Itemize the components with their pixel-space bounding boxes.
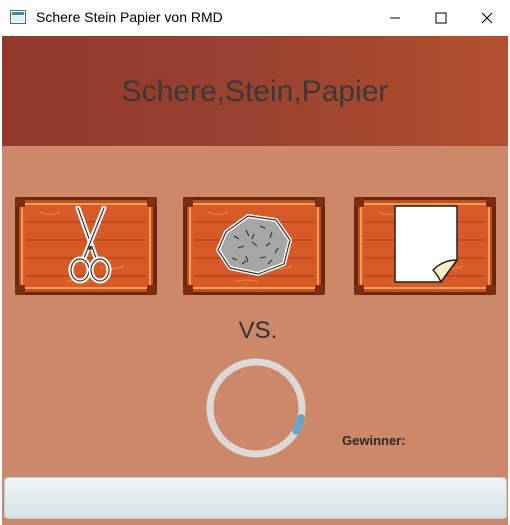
winner-label-text: Gewinner: (342, 433, 406, 448)
paper-choice-button[interactable] (351, 194, 499, 298)
rock-icon (216, 214, 292, 276)
paper-icon (394, 205, 458, 283)
countdown-spinner (206, 358, 306, 458)
game-area: Schere,Stein,Papier VS. Gewinner: (2, 36, 508, 525)
scissors-choice-button[interactable] (12, 194, 160, 298)
app-window: Schere Stein Papier von RMD Schere,Stein… (0, 0, 510, 525)
app-icon (10, 10, 26, 24)
winner-label: Gewinner: (342, 433, 406, 448)
scissors-icon (68, 206, 112, 284)
game-title: Schere,Stein,Papier (121, 75, 389, 108)
close-icon (481, 12, 493, 24)
close-button[interactable] (464, 0, 510, 36)
maximize-button[interactable] (418, 0, 464, 36)
title-bar[interactable]: Schere Stein Papier von RMD (0, 0, 510, 36)
header-banner: Schere,Stein,Papier (2, 36, 508, 146)
rock-choice-button[interactable] (180, 194, 328, 298)
minimize-button[interactable] (372, 0, 418, 36)
window-title: Schere Stein Papier von RMD (36, 9, 223, 25)
spinner-track (206, 358, 306, 458)
spinner-progress (206, 358, 306, 458)
minimize-icon (390, 17, 400, 19)
maximize-icon (435, 12, 447, 24)
result-field (4, 477, 507, 519)
versus-label: VS. (238, 317, 278, 344)
